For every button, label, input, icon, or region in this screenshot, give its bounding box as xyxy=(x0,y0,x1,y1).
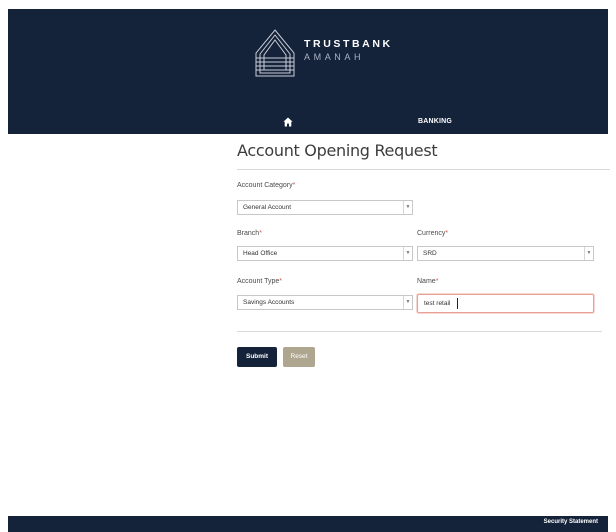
submit-button[interactable]: Submit xyxy=(237,347,277,367)
required-mark: * xyxy=(292,182,296,189)
page-title: Account Opening Request xyxy=(237,141,438,160)
name-value: test retail xyxy=(424,300,451,307)
title-divider xyxy=(237,169,610,170)
currency-select[interactable]: SRD ▼ xyxy=(417,246,594,261)
currency-value: SRD xyxy=(423,250,437,257)
site-footer: Security Statement xyxy=(8,516,608,532)
required-mark: * xyxy=(435,278,439,285)
house-peak-logo-icon xyxy=(255,29,295,77)
site-header: TRUSTBANK AMANAH BANKING xyxy=(8,9,608,134)
account-type-label: Account Type* xyxy=(237,278,283,285)
form-divider xyxy=(237,331,602,332)
required-mark: * xyxy=(279,278,283,285)
account-category-select[interactable]: General Account ▼ xyxy=(237,200,413,215)
home-icon[interactable] xyxy=(283,117,293,127)
chevron-down-icon: ▼ xyxy=(403,296,412,309)
branch-value: Head Office xyxy=(243,250,278,257)
chevron-down-icon: ▼ xyxy=(403,247,412,260)
required-mark: * xyxy=(259,230,262,237)
branch-select[interactable]: Head Office ▼ xyxy=(237,246,413,261)
nav-banking[interactable]: BANKING xyxy=(418,118,452,125)
currency-label: Currency* xyxy=(417,230,449,237)
account-category-value: General Account xyxy=(243,204,292,211)
account-type-select[interactable]: Savings Accounts ▼ xyxy=(237,295,413,310)
brand-logo[interactable]: TRUSTBANK AMANAH xyxy=(255,29,395,81)
name-input[interactable]: test retail xyxy=(417,294,594,313)
chevron-down-icon: ▼ xyxy=(403,201,412,214)
brand-name: TRUSTBANK xyxy=(304,38,393,50)
required-mark: * xyxy=(445,230,449,237)
account-category-label: Account Category* xyxy=(237,182,296,189)
brand-subname: AMANAH xyxy=(304,52,365,62)
account-type-value: Savings Accounts xyxy=(243,299,295,306)
branch-label: Branch* xyxy=(237,230,262,237)
name-label: Name* xyxy=(417,278,439,285)
security-statement-link[interactable]: Security Statement xyxy=(544,519,598,525)
text-caret xyxy=(457,298,458,309)
reset-button[interactable]: Reset xyxy=(283,347,315,367)
chevron-down-icon: ▼ xyxy=(584,247,593,260)
